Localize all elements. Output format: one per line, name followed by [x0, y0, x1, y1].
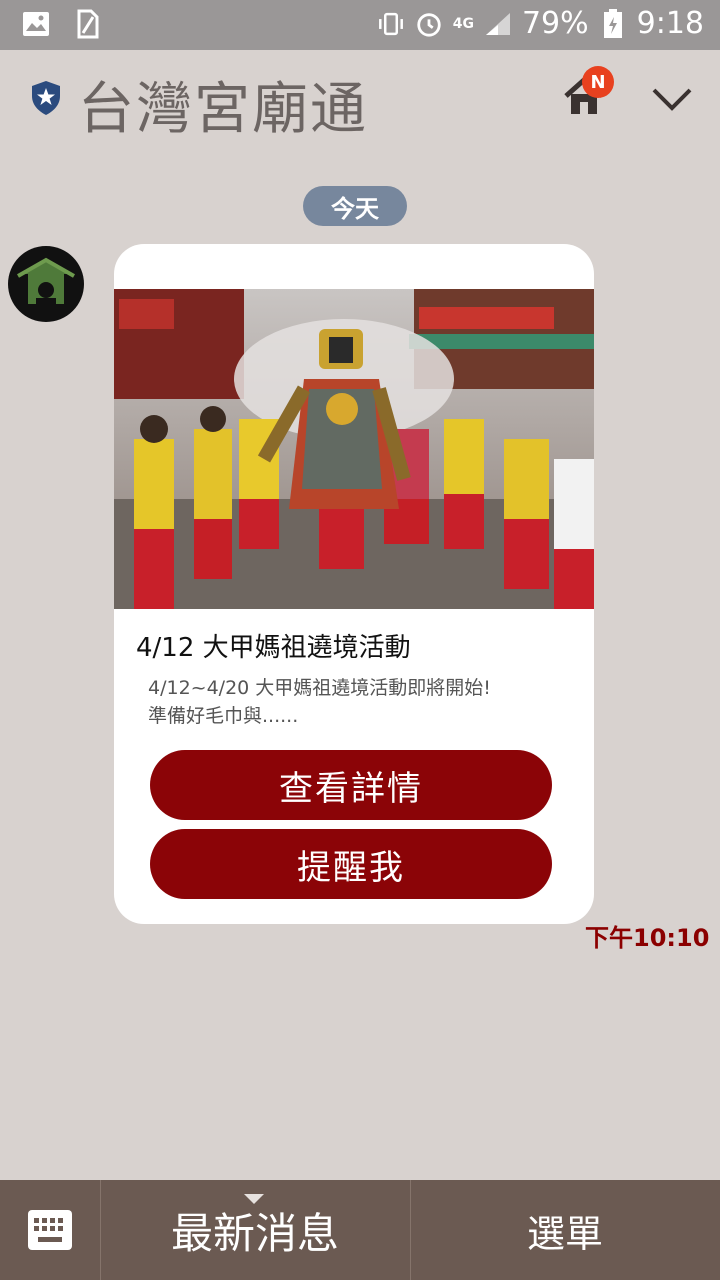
- notification-badge: N: [582, 66, 614, 98]
- status-bar: 4G 79% 9:18: [0, 0, 720, 50]
- battery-percent: 79%: [521, 6, 589, 41]
- event-description: 4/12~4/20 大甲媽祖遶境活動即將開始! 準備好毛巾與......: [148, 674, 548, 730]
- procession-photo: [114, 289, 594, 609]
- keyboard-toggle-button[interactable]: [0, 1180, 100, 1280]
- chevron-down-icon[interactable]: [650, 84, 694, 114]
- network-label: 4G: [452, 15, 474, 32]
- menu-button[interactable]: 選單: [410, 1180, 720, 1280]
- event-description-line: 4/12~4/20 大甲媽祖遶境活動即將開始!: [148, 677, 491, 699]
- menu-label: 選單: [526, 1211, 603, 1256]
- alarm-icon: [415, 10, 443, 38]
- vibrate-icon: [377, 10, 405, 38]
- battery-icon: [599, 8, 627, 38]
- avatar[interactable]: [8, 246, 84, 322]
- image-icon: [22, 10, 50, 38]
- sim-icon: [74, 9, 102, 39]
- temple-logo-icon: [17, 257, 75, 304]
- remind-me-button[interactable]: 提醒我: [150, 829, 552, 899]
- view-details-button[interactable]: 查看詳情: [150, 750, 552, 820]
- shield-star-icon: [30, 80, 62, 120]
- app-header: 台灣宮廟通 N: [0, 50, 720, 150]
- app-title: 台灣宮廟通: [78, 77, 368, 142]
- bottom-menu-bar: 最新消息 選單: [0, 1180, 720, 1280]
- clock: 9:18: [636, 6, 704, 41]
- date-divider: 今天: [303, 186, 407, 226]
- caret-down-icon: [244, 1194, 264, 1204]
- latest-news-label: 最新消息: [170, 1208, 339, 1258]
- signal-icon: [484, 10, 512, 38]
- event-title: 4/12 大甲媽祖遶境活動: [136, 633, 411, 663]
- keyboard-icon: [28, 1210, 72, 1250]
- message-timestamp: 下午10:10: [585, 924, 710, 952]
- event-card: 4/12 大甲媽祖遶境活動 4/12~4/20 大甲媽祖遶境活動即將開始! 準備…: [114, 244, 594, 924]
- event-description-line: 準備好毛巾與......: [148, 705, 299, 727]
